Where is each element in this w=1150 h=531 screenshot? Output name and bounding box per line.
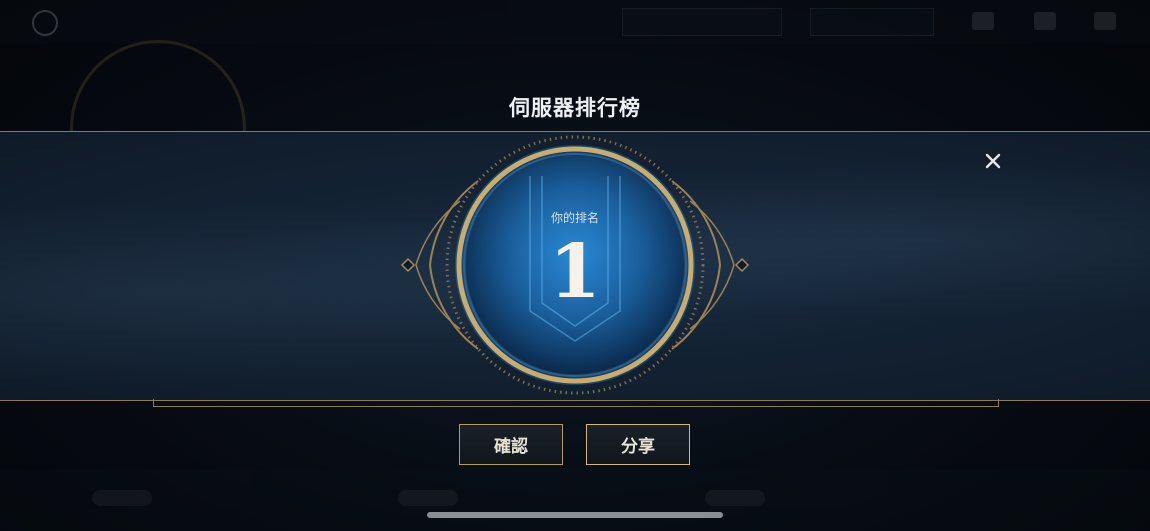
home-indicator[interactable] [427,512,723,518]
background-back-icon [32,10,58,36]
rank-label: 你的排名 [550,211,599,225]
banner-bottom-frame [153,399,999,407]
background-pill [705,490,765,506]
background-pill [398,490,458,506]
confirm-button[interactable]: 確認 [459,424,563,465]
background-exit-icon [1094,12,1116,30]
share-button[interactable]: 分享 [586,424,690,465]
screen: 伺服器排行榜 你的排名 1 確認 分享 [0,0,1150,531]
background-bottom-bar [0,470,1150,531]
background-shop-icon [1034,12,1056,30]
background-mail-icon [972,12,994,30]
background-search-field [622,8,782,36]
background-dropdown [810,8,934,36]
close-button[interactable] [980,148,1006,174]
dialog-title: 伺服器排行榜 [509,96,641,120]
close-icon [985,153,1001,169]
background-pill [92,490,152,506]
rank-value: 1 [549,229,601,315]
